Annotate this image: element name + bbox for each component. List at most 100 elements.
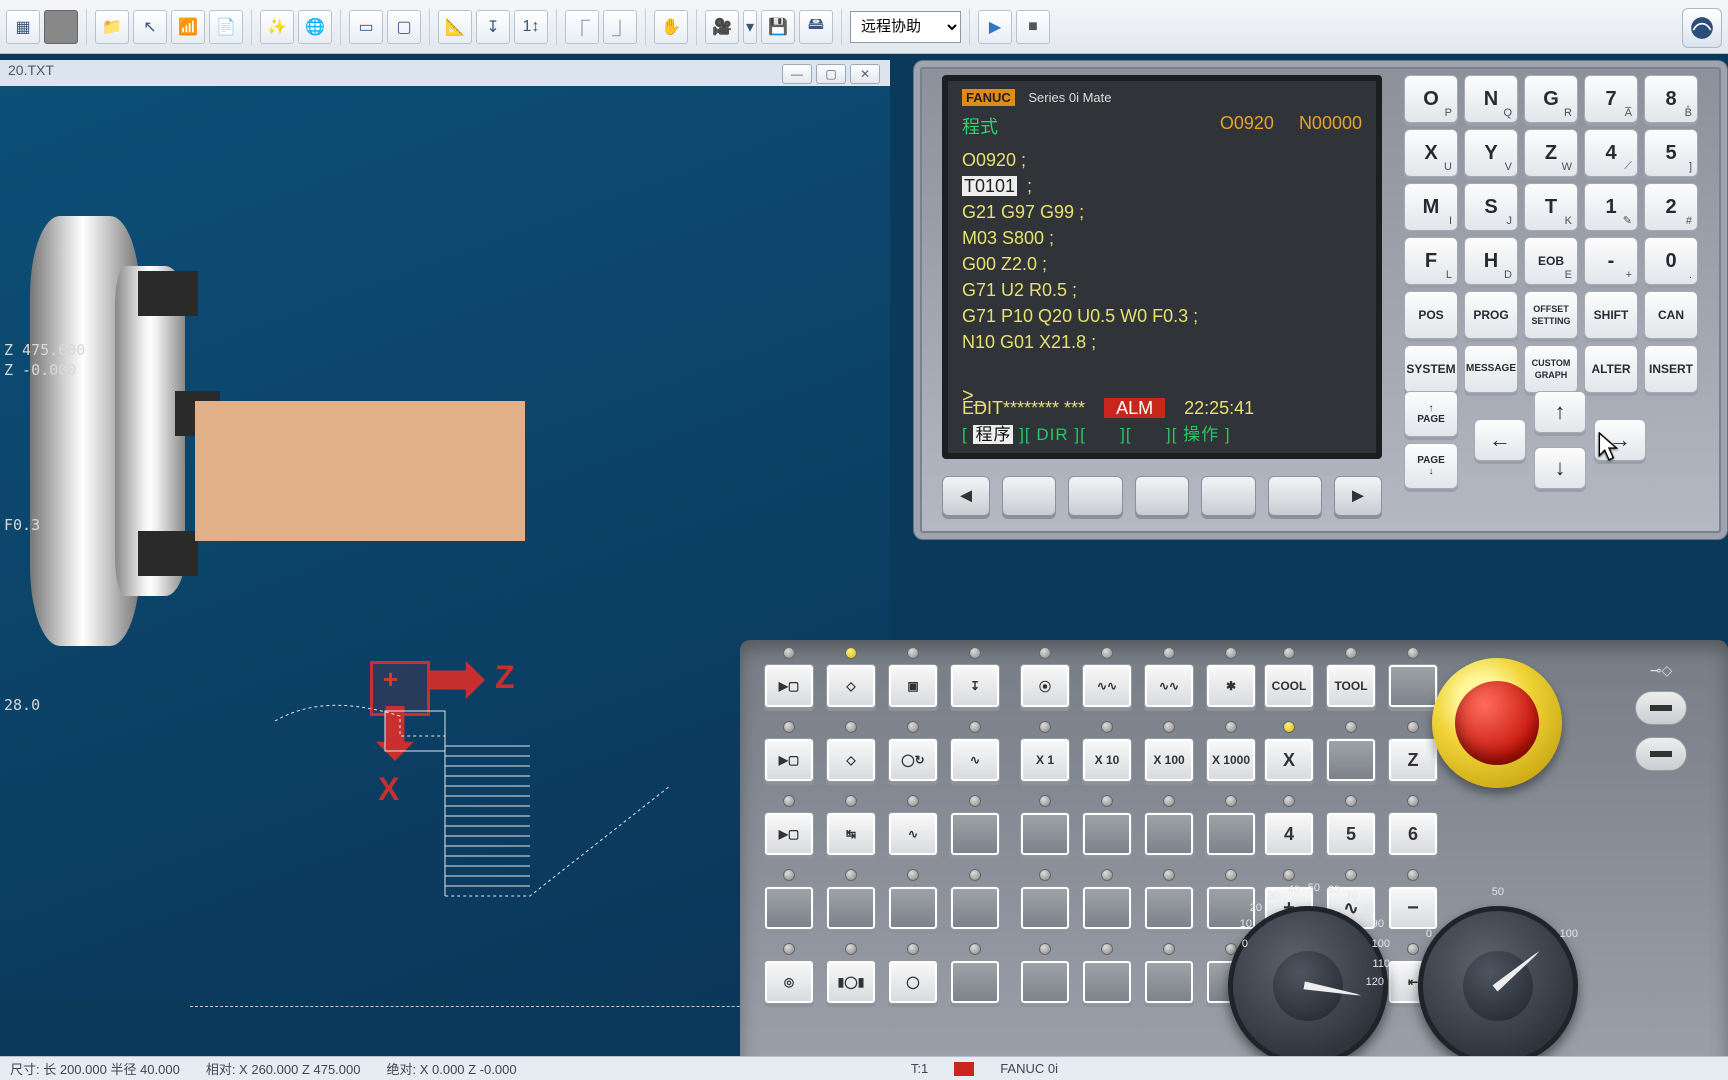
num-5-button[interactable]: 5 xyxy=(1326,812,1376,856)
spindle-wave1-button[interactable]: ∿∿ xyxy=(1082,664,1132,708)
feed-spare-g[interactable] xyxy=(1144,886,1194,930)
mode-handle-button[interactable]: ◇ xyxy=(826,738,876,782)
key-F[interactable]: FL xyxy=(1404,237,1458,285)
key-EOB[interactable]: EOBE xyxy=(1524,237,1578,285)
tool-hand-icon[interactable]: ✋ xyxy=(654,10,688,44)
mode-teach-button[interactable]: ∿ xyxy=(950,738,1000,782)
key-switch-2[interactable] xyxy=(1635,737,1687,771)
cycle-spare-button[interactable] xyxy=(950,960,1000,1004)
softkey-next-button[interactable]: ► xyxy=(1334,476,1382,516)
spindle-ccw-button[interactable]: ✱ xyxy=(1206,664,1256,708)
cycle-stop-button[interactable]: ◯ xyxy=(888,960,938,1004)
mode-spare-d[interactable] xyxy=(950,886,1000,930)
feed-x1000-button[interactable]: X 1000 xyxy=(1206,738,1256,782)
mode-edit-button[interactable]: ◇ xyxy=(826,664,876,708)
softkey-2[interactable] xyxy=(1068,476,1122,516)
tool-cut2-icon[interactable]: ⏌ xyxy=(603,10,637,44)
softkey-5[interactable] xyxy=(1268,476,1322,516)
key-G[interactable]: GR xyxy=(1524,75,1578,123)
feed-spare-a[interactable] xyxy=(1020,812,1070,856)
mode-inc-button[interactable]: ◯↻ xyxy=(888,738,938,782)
key-M[interactable]: MI xyxy=(1404,183,1458,231)
cursor-left-button[interactable]: ← xyxy=(1474,419,1526,461)
play-button[interactable]: ▶ xyxy=(978,10,1012,44)
key-8[interactable]: 8B̊ xyxy=(1644,75,1698,123)
key-4[interactable]: 4⟋ xyxy=(1584,129,1638,177)
stop-button[interactable]: ■ xyxy=(1016,10,1050,44)
window-maximize-button[interactable]: ▢ xyxy=(816,64,846,84)
tool-open-icon[interactable]: 📁 xyxy=(95,10,129,44)
axis-z-button[interactable]: Z xyxy=(1388,738,1438,782)
feed-spare-b[interactable] xyxy=(1082,812,1132,856)
key-O[interactable]: OP xyxy=(1404,75,1458,123)
key-2[interactable]: 2# xyxy=(1644,183,1698,231)
key-PROG[interactable]: PROG xyxy=(1464,291,1518,339)
coolant-button[interactable]: COOL xyxy=(1264,664,1314,708)
spindle-wave2-button[interactable]: ∿∿ xyxy=(1144,664,1194,708)
tool-cam-icon[interactable]: 🎥 xyxy=(705,10,739,44)
mode-aux1-button[interactable]: ▶▢ xyxy=(764,812,814,856)
estop-button-icon[interactable] xyxy=(1455,681,1539,765)
key-S[interactable]: SJ xyxy=(1464,183,1518,231)
window-minimize-button[interactable]: — xyxy=(782,64,812,84)
tool-num-icon[interactable]: 1↕ xyxy=(514,10,548,44)
mode-spare-b[interactable] xyxy=(826,886,876,930)
tool-star-icon[interactable]: ✨ xyxy=(260,10,294,44)
key-N[interactable]: NQ xyxy=(1464,75,1518,123)
tool-box1-icon[interactable]: ▭ xyxy=(349,10,383,44)
key-minus[interactable]: -+ xyxy=(1584,237,1638,285)
tool-save2-icon[interactable]: 🖴 xyxy=(799,10,833,44)
window-close-button[interactable]: ✕ xyxy=(850,64,880,84)
key-POS[interactable]: POS xyxy=(1404,291,1458,339)
tool-wifi-icon[interactable]: 📶 xyxy=(171,10,205,44)
feed-x1-button[interactable]: X 1 xyxy=(1020,738,1070,782)
feed-override-dial[interactable] xyxy=(1228,906,1388,1066)
tool-box2-icon[interactable]: ▢ xyxy=(387,10,421,44)
tool-ruler-icon[interactable]: 📐 xyxy=(438,10,472,44)
key-H[interactable]: HD xyxy=(1464,237,1518,285)
key-GRAPH[interactable]: CUSTOM GRAPH xyxy=(1524,345,1578,393)
feed-x10-button[interactable]: X 10 xyxy=(1082,738,1132,782)
feed-spare-j[interactable] xyxy=(1082,960,1132,1004)
key-INSERT[interactable]: INSERT xyxy=(1644,345,1698,393)
key-7[interactable]: 7A̅ xyxy=(1584,75,1638,123)
mode-aux3-button[interactable]: ∿ xyxy=(888,812,938,856)
tool-save1-icon[interactable]: 💾 xyxy=(761,10,795,44)
feed-spare-e[interactable] xyxy=(1020,886,1070,930)
num-6-button[interactable]: 6 xyxy=(1388,812,1438,856)
key-1[interactable]: 1✎ xyxy=(1584,183,1638,231)
mode-jog-button[interactable]: ↧ xyxy=(950,664,1000,708)
tool-fill-icon[interactable] xyxy=(44,10,78,44)
key-Z[interactable]: ZW xyxy=(1524,129,1578,177)
softkey-1[interactable] xyxy=(1002,476,1056,516)
key-OFFSET[interactable]: OFFSET SETTING xyxy=(1524,291,1578,339)
feed-spare-c[interactable] xyxy=(1144,812,1194,856)
feed-x100-button[interactable]: X 100 xyxy=(1144,738,1194,782)
page-up-button[interactable]: ↑PAGE xyxy=(1404,391,1458,437)
feed-spare-f[interactable] xyxy=(1082,886,1132,930)
axis-blank[interactable] xyxy=(1326,738,1376,782)
feed-spare-i[interactable] xyxy=(1020,960,1070,1004)
cursor-down-button[interactable]: ↓ xyxy=(1534,447,1586,489)
softkey-3[interactable] xyxy=(1135,476,1189,516)
mode-aux2-button[interactable]: ↹ xyxy=(826,812,876,856)
softkey-prev-button[interactable]: ◄ xyxy=(942,476,990,516)
mode-spare1-button[interactable] xyxy=(950,812,1000,856)
emergency-stop[interactable] xyxy=(1432,658,1562,788)
key-X[interactable]: XU xyxy=(1404,129,1458,177)
key-0[interactable]: 0. xyxy=(1644,237,1698,285)
tool-cam-dd-icon[interactable]: ▾ xyxy=(743,10,757,44)
tool-cut1-icon[interactable]: ⎾ xyxy=(565,10,599,44)
cursor-up-button[interactable]: ↑ xyxy=(1534,391,1586,433)
mode-spare-a[interactable] xyxy=(764,886,814,930)
key-CAN[interactable]: CAN xyxy=(1644,291,1698,339)
tool-tap-icon[interactable]: ↧ xyxy=(476,10,510,44)
mode-ref-button[interactable]: ▶▢ xyxy=(764,738,814,782)
cycle-start-button[interactable]: ◎ xyxy=(764,960,814,1004)
key-Y[interactable]: YV xyxy=(1464,129,1518,177)
key-SHIFT[interactable]: SHIFT xyxy=(1584,291,1638,339)
tool-pointer-icon[interactable]: ↖ xyxy=(133,10,167,44)
aux-blank-1[interactable] xyxy=(1388,664,1438,708)
tool-doc-icon[interactable]: 📄 xyxy=(209,10,243,44)
feed-hold-button[interactable]: ▮◯▮ xyxy=(826,960,876,1004)
